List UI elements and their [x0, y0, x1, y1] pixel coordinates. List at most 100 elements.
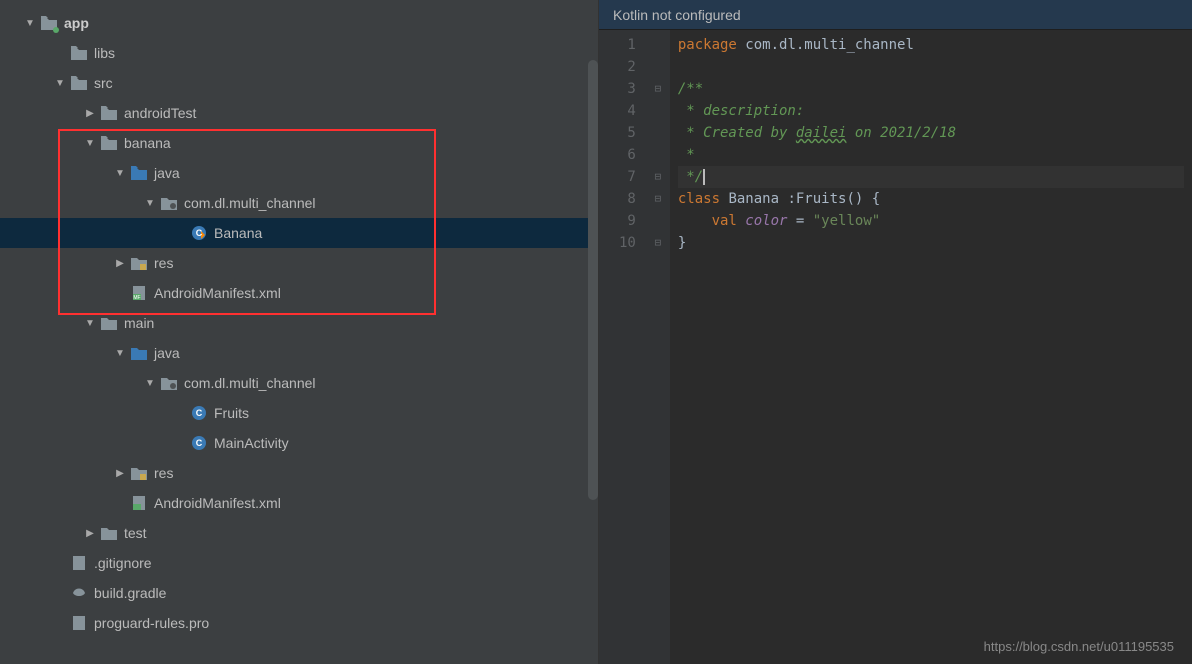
kotlin-class-icon: C	[190, 434, 208, 452]
source-folder-icon	[130, 344, 148, 362]
watermark-text: https://blog.csdn.net/u011195535	[984, 639, 1174, 654]
tree-label: res	[154, 465, 173, 481]
tree-item-banana[interactable]: banana	[0, 128, 598, 158]
expand-arrow-icon[interactable]	[50, 78, 70, 89]
tree-item-mainactivity[interactable]: C MainActivity	[0, 428, 598, 458]
gitignore-icon	[70, 554, 88, 572]
expand-arrow-icon[interactable]	[80, 318, 100, 329]
gradle-icon	[70, 584, 88, 602]
tree-item-src[interactable]: src	[0, 68, 598, 98]
code-token: }	[678, 235, 686, 251]
folder-icon	[100, 524, 118, 542]
tree-item-java[interactable]: java	[0, 158, 598, 188]
file-icon	[70, 614, 88, 632]
code-token: Banana	[720, 191, 787, 207]
manifest-icon: MF	[130, 284, 148, 302]
line-number: 2	[619, 56, 636, 78]
tree-label: app	[64, 15, 89, 31]
tree-label: build.gradle	[94, 585, 166, 601]
tree-label: src	[94, 75, 113, 91]
fold-icon[interactable]: ⊟	[646, 188, 670, 210]
line-number: 3	[619, 78, 636, 100]
expand-arrow-icon[interactable]	[80, 108, 100, 119]
module-folder-icon	[40, 14, 58, 32]
tree-label: AndroidManifest.xml	[154, 495, 281, 511]
tree-item-main-package[interactable]: com.dl.multi_channel	[0, 368, 598, 398]
line-number: 6	[619, 144, 636, 166]
svg-text:C: C	[196, 408, 203, 418]
code-area[interactable]: 1 2 3 4 5 6 7 8 9 10 ⊟ ⊟⊟ ⊟ package com.…	[599, 30, 1192, 664]
tree-item-buildgradle[interactable]: build.gradle	[0, 578, 598, 608]
tree-label: MainActivity	[214, 435, 289, 451]
tree-label: androidTest	[124, 105, 196, 121]
expand-arrow-icon[interactable]	[20, 18, 40, 29]
code-token: dailei	[796, 125, 847, 141]
code-token: "yellow"	[813, 213, 880, 229]
expand-arrow-icon[interactable]	[110, 348, 130, 359]
expand-arrow-icon[interactable]	[80, 138, 100, 149]
tree-item-fruits[interactable]: C Fruits	[0, 398, 598, 428]
tree-item-test[interactable]: test	[0, 518, 598, 548]
tree-label: banana	[124, 135, 171, 151]
tree-item-proguard[interactable]: proguard-rules.pro	[0, 608, 598, 638]
folder-icon	[100, 104, 118, 122]
manifest-icon	[130, 494, 148, 512]
code-token: *	[678, 147, 695, 163]
tree-item-gitignore[interactable]: .gitignore	[0, 548, 598, 578]
tree-item-main[interactable]: main	[0, 308, 598, 338]
tree-label: AndroidManifest.xml	[154, 285, 281, 301]
fold-icon[interactable]: ⊟	[646, 232, 670, 254]
tree-item-manifest[interactable]: MF AndroidManifest.xml	[0, 278, 598, 308]
tree-item-libs[interactable]: libs	[0, 38, 598, 68]
folder-icon	[70, 44, 88, 62]
package-icon	[160, 194, 178, 212]
svg-text:MF: MF	[133, 295, 140, 301]
expand-arrow-icon[interactable]	[110, 168, 130, 179]
fold-icon[interactable]: ⊟	[646, 166, 670, 188]
expand-arrow-icon[interactable]	[140, 378, 160, 389]
tree-item-main-res[interactable]: res	[0, 458, 598, 488]
project-tree-panel: app libs src androidTest banana java	[0, 0, 598, 664]
folder-icon	[100, 134, 118, 152]
tree-label: java	[154, 165, 180, 181]
svg-text:C: C	[196, 438, 203, 448]
tree-label: main	[124, 315, 154, 331]
code-token: * description:	[678, 103, 804, 119]
code-token: /**	[678, 81, 703, 97]
file-tree: app libs src androidTest banana java	[0, 0, 598, 638]
kotlin-class-icon: C	[190, 224, 208, 242]
tree-item-main-java[interactable]: java	[0, 338, 598, 368]
notification-banner[interactable]: Kotlin not configured	[599, 0, 1192, 30]
tree-label: com.dl.multi_channel	[184, 195, 316, 211]
tree-item-res[interactable]: res	[0, 248, 598, 278]
tree-label: test	[124, 525, 147, 541]
line-number: 7	[619, 166, 636, 188]
folder-icon	[70, 74, 88, 92]
code-token: on 2021/2/18	[846, 125, 956, 141]
tree-label: res	[154, 255, 173, 271]
tree-label: .gitignore	[94, 555, 152, 571]
line-number-gutter: 1 2 3 4 5 6 7 8 9 10	[599, 30, 646, 664]
line-number: 5	[619, 122, 636, 144]
scrollbar[interactable]	[588, 60, 598, 500]
tree-label: libs	[94, 45, 115, 61]
expand-arrow-icon[interactable]	[80, 528, 100, 539]
code-token: */	[678, 169, 703, 185]
svg-text:C: C	[196, 228, 203, 238]
tree-item-androidtest[interactable]: androidTest	[0, 98, 598, 128]
expand-arrow-icon[interactable]	[110, 258, 130, 269]
expand-arrow-icon[interactable]	[140, 198, 160, 209]
code-token: package	[678, 37, 737, 53]
fold-icon[interactable]: ⊟	[646, 78, 670, 100]
code-content[interactable]: package com.dl.multi_channel /** * descr…	[670, 30, 1192, 664]
code-token: * Created by	[678, 125, 796, 141]
tree-item-banana-class[interactable]: C Banana	[0, 218, 598, 248]
tree-item-main-manifest[interactable]: AndroidManifest.xml	[0, 488, 598, 518]
code-token: color	[737, 213, 788, 229]
code-token: class	[678, 191, 720, 207]
expand-arrow-icon[interactable]	[110, 468, 130, 479]
tree-item-package[interactable]: com.dl.multi_channel	[0, 188, 598, 218]
tree-item-app[interactable]: app	[0, 8, 598, 38]
resource-folder-icon	[130, 464, 148, 482]
code-token: :Fruits() {	[787, 191, 880, 207]
